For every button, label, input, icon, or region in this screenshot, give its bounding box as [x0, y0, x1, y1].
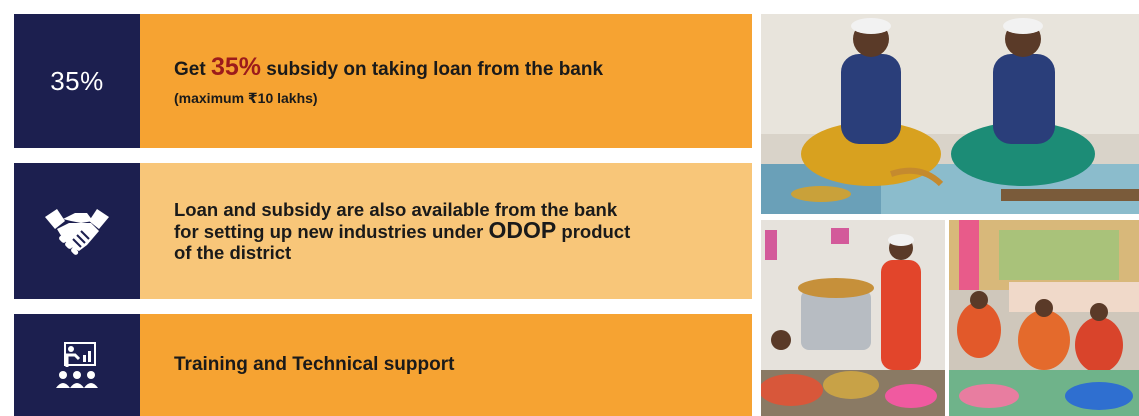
loan-text-block: Loan and subsidy are also available from…: [140, 163, 752, 299]
training-text: Training and Technical support: [174, 354, 455, 375]
headline-suffix: subsidy on taking loan from the bank: [261, 59, 604, 80]
loan-line-2-suffix: product: [556, 221, 631, 242]
loan-line-1: Loan and subsidy are also available from…: [174, 199, 618, 220]
subsidy-max-note: (maximum ₹10 lakhs): [174, 90, 318, 106]
training-badge: [14, 314, 140, 416]
loan-line-2-prefix: for setting up new industries under: [174, 221, 489, 242]
loan-row: Loan and subsidy are also available from…: [14, 163, 752, 299]
photo-woman-at-machine: [761, 220, 945, 416]
handshake-badge: [14, 163, 140, 299]
subsidy-headline: Get 35% subsidy on taking loan from the …: [174, 55, 752, 82]
subsidy-row: 35% Get 35% subsidy on taking loan from …: [14, 14, 752, 148]
subsidy-highlight: 35%: [210, 53, 261, 81]
subsidy-text-block: Get 35% subsidy on taking loan from the …: [140, 14, 752, 148]
training-presentation-icon: [56, 342, 98, 388]
photo-women-packaging: [949, 220, 1139, 416]
percent-badge: 35%: [14, 14, 140, 148]
percent-value: 35%: [50, 65, 104, 96]
handshake-icon: [45, 209, 109, 255]
loan-line-3: of the district: [174, 242, 292, 263]
odop-highlight: ODOP: [488, 217, 557, 243]
headline-prefix: Get: [174, 59, 211, 80]
loan-line-2: for setting up new industries under ODOP…: [174, 217, 752, 243]
photo-women-processing-food: [761, 14, 1139, 214]
training-text-block: Training and Technical support: [140, 314, 752, 416]
training-row: Training and Technical support: [14, 314, 752, 416]
